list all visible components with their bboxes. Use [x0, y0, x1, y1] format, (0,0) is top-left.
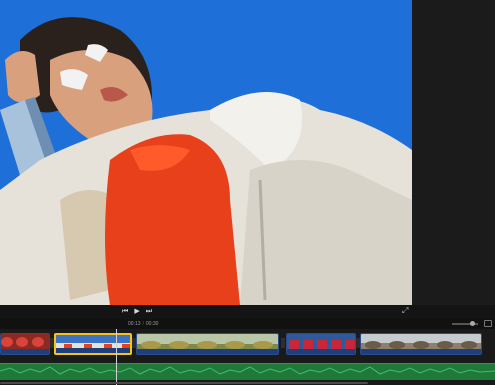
clip-audio-strip — [56, 348, 130, 353]
skip-back-icon[interactable]: ⏮ — [122, 306, 128, 318]
clip-thumbnails — [287, 334, 355, 350]
zoom-slider-handle[interactable] — [470, 321, 475, 326]
video-frame-image — [0, 0, 412, 305]
transport-controls: ⏮ ▶ ⏭ — [122, 306, 152, 318]
fullscreen-icon[interactable]: ⤢ — [402, 306, 408, 316]
audio-waveform — [0, 366, 495, 375]
timeline-clip[interactable] — [360, 333, 482, 355]
clip-thumbnails — [361, 334, 481, 350]
timeline-clip[interactable] — [136, 333, 279, 355]
timeline-clip-selected[interactable] — [54, 333, 132, 355]
playback-controls-bar: ⏮ ▶ ⏭ ⤢ — [0, 305, 495, 319]
play-icon[interactable]: ▶ — [134, 306, 139, 318]
timeline-settings-icon[interactable] — [484, 320, 492, 327]
video-preview — [0, 0, 412, 305]
timeline-clip[interactable] — [286, 333, 356, 355]
clip-audio-strip — [1, 349, 49, 354]
clip-thumbnails — [1, 334, 49, 350]
clip-audio-strip — [361, 349, 481, 354]
playhead[interactable] — [116, 329, 117, 385]
timeline — [0, 329, 495, 385]
skip-forward-icon[interactable]: ⏭ — [146, 306, 152, 318]
timeline-clip[interactable] — [0, 333, 50, 355]
transition-icon[interactable] — [281, 338, 285, 348]
total-time: 00:30 — [145, 321, 159, 327]
timecode: 00:13/00:30 — [128, 319, 158, 329]
clip-audio-strip — [137, 349, 278, 354]
inspector-panel — [412, 0, 495, 305]
timeline-header: 00:13/00:30 — [0, 319, 495, 329]
clip-audio-strip — [287, 349, 355, 354]
timeline-scrollbar[interactable] — [0, 382, 368, 384]
clip-thumbnails — [137, 334, 278, 350]
current-time: 00:13 — [128, 321, 141, 327]
